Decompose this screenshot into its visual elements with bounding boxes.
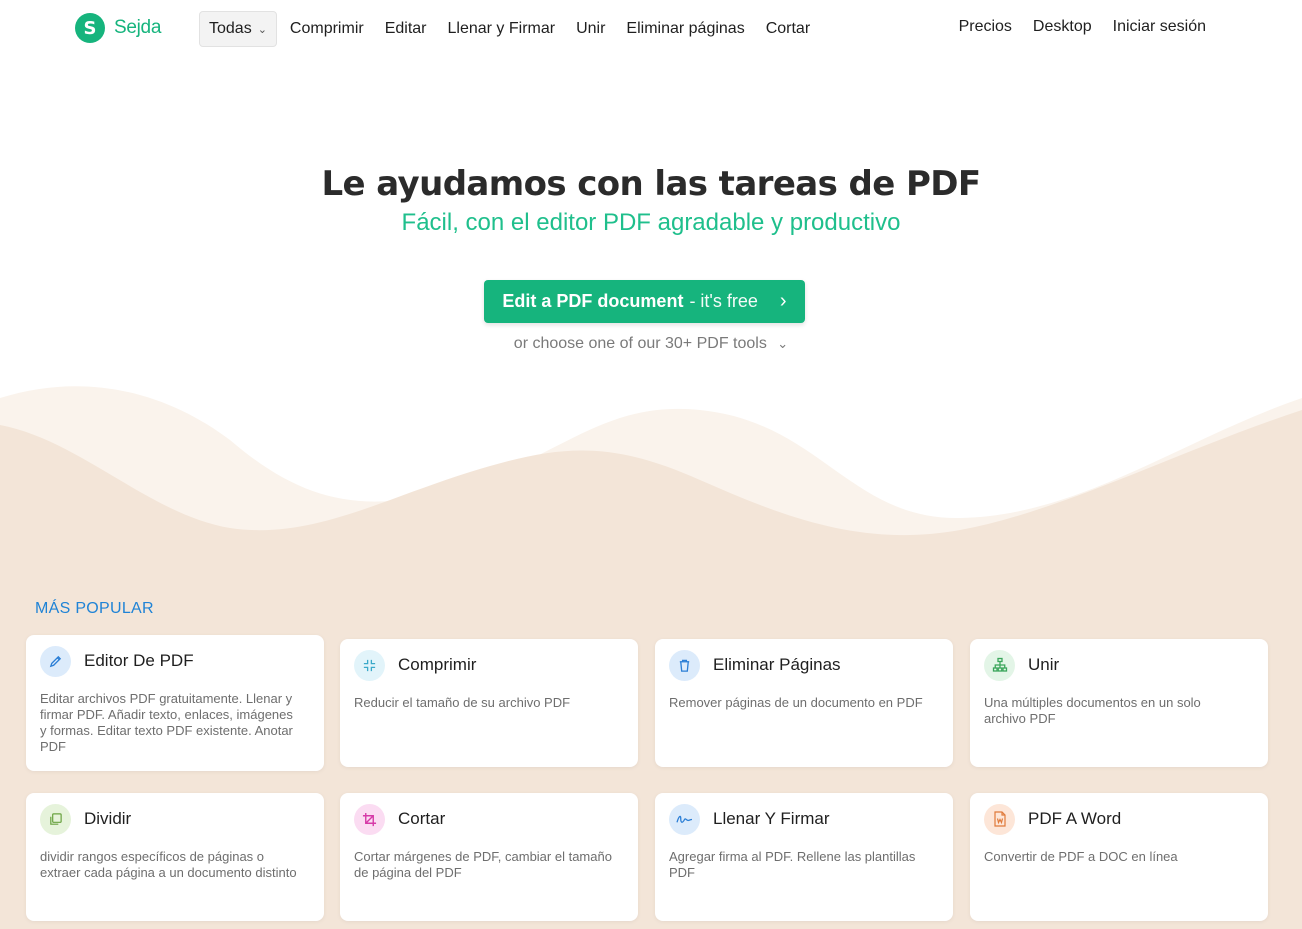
card-title: Dividir bbox=[84, 809, 132, 828]
logo-text: Sejda bbox=[114, 17, 162, 38]
nav-link-precios[interactable]: Precios bbox=[959, 18, 1012, 36]
compress-icon bbox=[354, 649, 385, 681]
nav-link-comprimir[interactable]: Comprimir bbox=[290, 20, 364, 38]
choose-tools-link[interactable]: or choose one of our 30+ PDF tools ⌄ bbox=[0, 335, 1302, 353]
trash-icon bbox=[669, 649, 700, 681]
card-header: PDF A Word bbox=[984, 803, 1254, 835]
card-header: Dividir bbox=[40, 803, 310, 835]
chevron-down-icon: ⌄ bbox=[257, 23, 267, 36]
tool-card-eliminar-paginas[interactable]: Eliminar Páginas Remover páginas de un d… bbox=[655, 639, 953, 767]
card-title: Cortar bbox=[398, 809, 446, 828]
card-header: Eliminar Páginas bbox=[669, 649, 939, 681]
cta-light-label: - it's free bbox=[689, 291, 758, 311]
tool-card-cortar[interactable]: Cortar Cortar márgenes de PDF, cambiar e… bbox=[340, 793, 638, 921]
card-header: Editor De PDF bbox=[40, 645, 310, 677]
tool-card-llenar-firmar[interactable]: Llenar Y Firmar Agregar firma al PDF. Re… bbox=[655, 793, 953, 921]
top-navbar: S Sejda Todas ⌄ Comprimir Editar Llenar … bbox=[0, 0, 1302, 58]
hero-title: Le ayudamos con las tareas de PDF bbox=[321, 164, 981, 204]
tool-card-pdf-a-word[interactable]: PDF A Word Convertir de PDF a DOC en lín… bbox=[970, 793, 1268, 921]
word-file-icon bbox=[984, 803, 1015, 835]
logo-mark: S bbox=[75, 13, 105, 43]
card-header: Unir bbox=[984, 649, 1254, 681]
crop-icon bbox=[354, 803, 385, 835]
card-header: Cortar bbox=[354, 803, 624, 835]
card-description: Reducir el tamaño de su archivo PDF bbox=[354, 695, 571, 710]
card-title: Comprimir bbox=[398, 655, 477, 674]
card-title: PDF A Word bbox=[1028, 809, 1122, 828]
merge-icon bbox=[984, 649, 1015, 681]
nav-link-desktop[interactable]: Desktop bbox=[1033, 18, 1092, 36]
card-description: Convertir de PDF a DOC en línea bbox=[984, 849, 1178, 864]
split-icon bbox=[40, 803, 71, 835]
card-title: Eliminar Páginas bbox=[713, 655, 841, 674]
nav-link-editar[interactable]: Editar bbox=[385, 20, 427, 38]
nav-link-iniciar-sesion[interactable]: Iniciar sesión bbox=[1113, 18, 1206, 36]
nav-link-unir[interactable]: Unir bbox=[576, 20, 605, 38]
card-title: Unir bbox=[1028, 655, 1060, 674]
pencil-icon bbox=[40, 645, 71, 677]
nav-todas-dropdown[interactable]: Todas ⌄ bbox=[199, 11, 277, 47]
nav-link-llenar-firmar[interactable]: Llenar y Firmar bbox=[448, 20, 556, 38]
card-title: Editor De PDF bbox=[84, 651, 194, 670]
tool-card-comprimir[interactable]: Comprimir Reducir el tamaño de su archiv… bbox=[340, 639, 638, 767]
card-description: Agregar firma al PDF. Rellene las planti… bbox=[669, 849, 916, 880]
signature-icon bbox=[669, 803, 700, 835]
card-header: Llenar Y Firmar bbox=[669, 803, 939, 835]
chevron-right-icon: › bbox=[779, 290, 787, 312]
card-description: dividir rangos específicos de páginas o … bbox=[40, 849, 297, 880]
tool-card-unir[interactable]: Unir Una múltiples documentos en un solo… bbox=[970, 639, 1268, 767]
edit-pdf-button[interactable]: Edit a PDF document - it's free › bbox=[484, 280, 805, 323]
nav-account: Precios Desktop Iniciar sesión bbox=[959, 18, 1206, 36]
choose-tools-label: or choose one of our 30+ PDF tools bbox=[513, 335, 767, 352]
logo[interactable]: S Sejda bbox=[75, 13, 161, 43]
nav-tools: Todas ⌄ Comprimir Editar Llenar y Firmar… bbox=[199, 11, 810, 47]
hero-subtitle: Fácil, con el editor PDF agradable y pro… bbox=[401, 209, 901, 236]
tool-card-editor-pdf[interactable]: Editor De PDF Editar archivos PDF gratui… bbox=[26, 635, 324, 771]
tool-card-dividir[interactable]: Dividir dividir rangos específicos de pá… bbox=[26, 793, 324, 921]
card-title: Llenar Y Firmar bbox=[713, 809, 830, 828]
nav-link-eliminar-paginas[interactable]: Eliminar páginas bbox=[626, 20, 744, 38]
cta-bold-label: Edit a PDF document bbox=[502, 291, 684, 311]
card-description: Una múltiples documentos en un solo arch… bbox=[984, 695, 1201, 726]
chevron-down-icon: ⌄ bbox=[777, 336, 789, 351]
card-description: Cortar márgenes de PDF, cambiar el tamañ… bbox=[354, 849, 612, 880]
card-description: Editar archivos PDF gratuitamente. Llena… bbox=[40, 691, 293, 754]
nav-link-cortar[interactable]: Cortar bbox=[766, 20, 810, 38]
section-label-popular: MÁS POPULAR bbox=[35, 600, 154, 617]
card-header: Comprimir bbox=[354, 649, 624, 681]
card-description: Remover páginas de un documento en PDF bbox=[669, 695, 923, 710]
nav-todas-label: Todas bbox=[209, 20, 252, 37]
